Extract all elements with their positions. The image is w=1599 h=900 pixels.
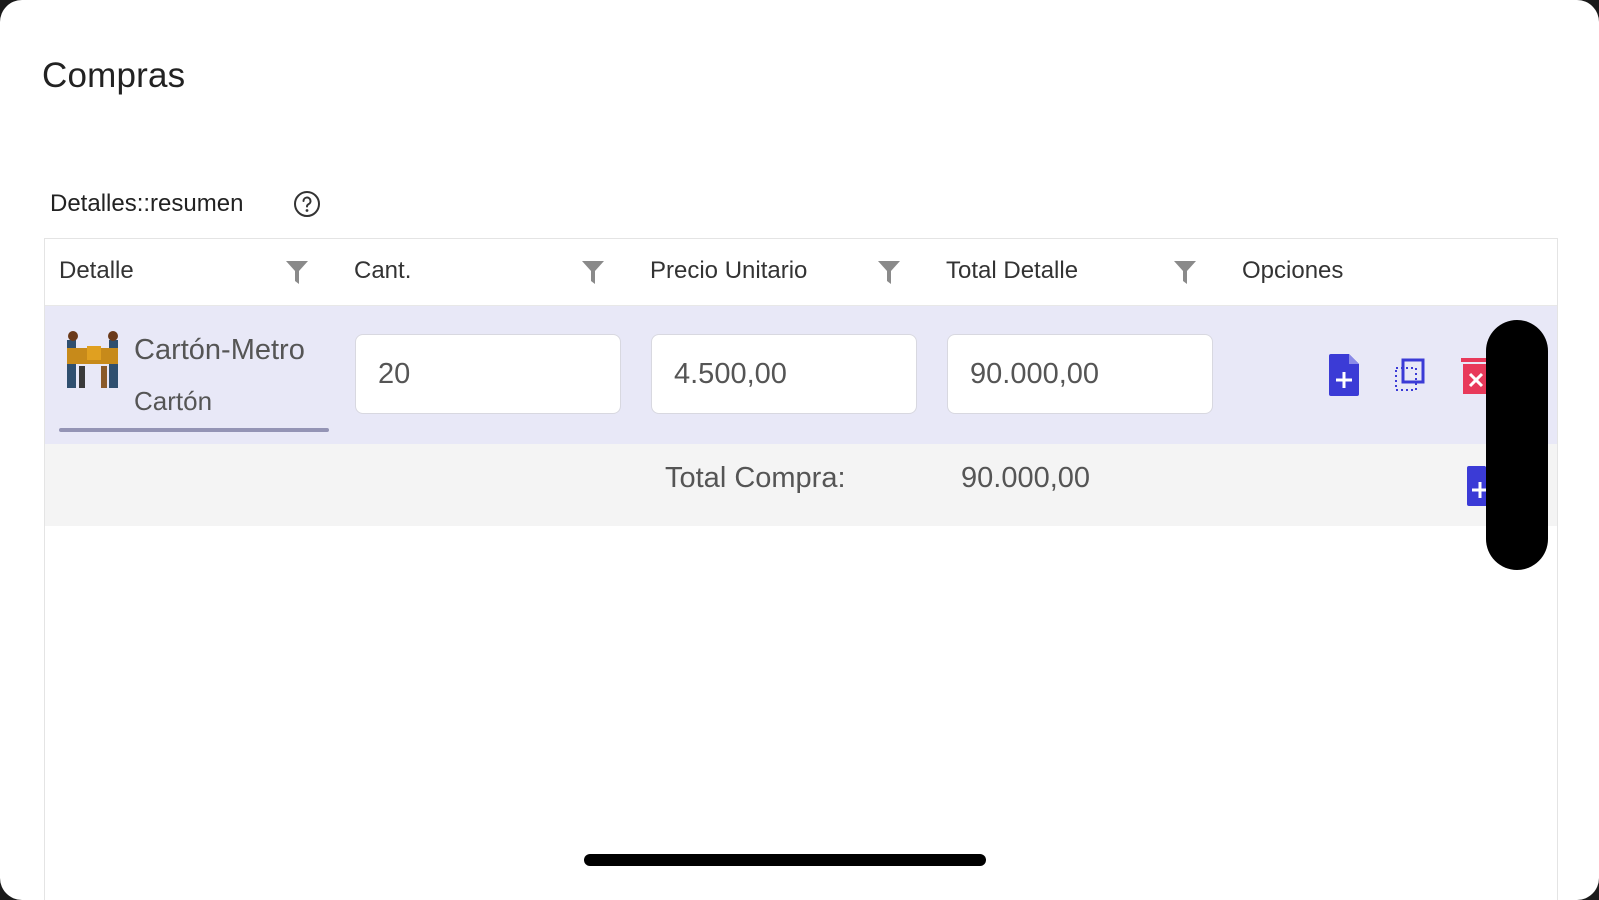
- product-name: Cartón-Metro: [134, 334, 305, 366]
- filter-icon[interactable]: [285, 259, 309, 285]
- quantity-input[interactable]: [355, 334, 621, 414]
- filter-icon[interactable]: [581, 259, 605, 285]
- home-indicator[interactable]: [584, 854, 986, 866]
- product-thumbnail: [67, 331, 118, 388]
- filter-icon[interactable]: [1173, 259, 1197, 285]
- table-header: Detalle Cant. Precio Unitario Total Deta…: [45, 239, 1557, 306]
- help-icon[interactable]: [293, 190, 321, 218]
- total-label: Total Compra:: [665, 462, 846, 494]
- filter-icon[interactable]: [877, 259, 901, 285]
- product-category: Cartón: [134, 386, 213, 416]
- unit-price-input[interactable]: [651, 334, 917, 414]
- total-row: Total Compra: 90.000,00: [45, 444, 1557, 526]
- section-label: Detalles::resumen: [50, 190, 244, 217]
- app-screen: Compras Detalles::resumen Detalle Cant. …: [0, 0, 1599, 900]
- column-header-precio-unitario[interactable]: Precio Unitario: [650, 257, 807, 285]
- total-value: 90.000,00: [961, 462, 1091, 494]
- column-header-cantidad[interactable]: Cant.: [354, 257, 411, 285]
- total-detail-input[interactable]: [947, 334, 1213, 414]
- duplicate-icon[interactable]: [1393, 352, 1427, 398]
- product-underline: [59, 428, 329, 432]
- column-header-detalle[interactable]: Detalle: [59, 257, 134, 285]
- table-row[interactable]: Cartón-Metro Cartón: [45, 306, 1557, 444]
- details-table: Detalle Cant. Precio Unitario Total Deta…: [44, 238, 1558, 900]
- column-header-total-detalle[interactable]: Total Detalle: [946, 257, 1078, 285]
- scroll-handle[interactable]: [1486, 320, 1548, 570]
- page-title: Compras: [42, 56, 186, 95]
- column-header-opciones: Opciones: [1242, 257, 1344, 284]
- edit-document-icon[interactable]: [1327, 352, 1361, 398]
